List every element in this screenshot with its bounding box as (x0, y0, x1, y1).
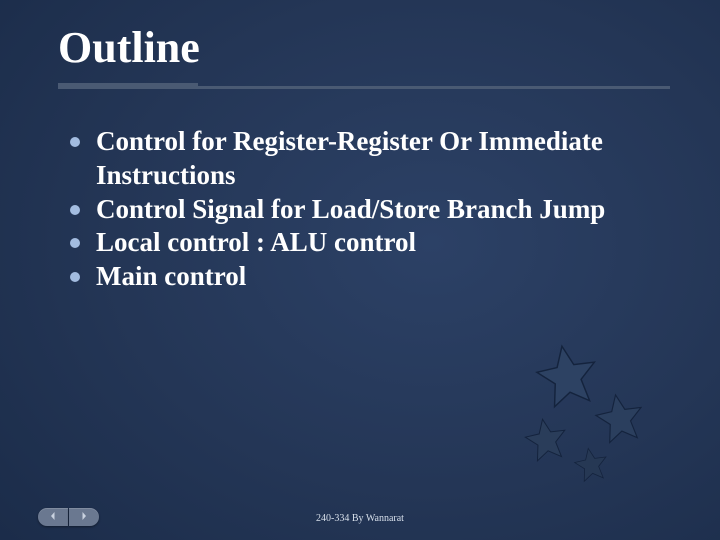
bullet-item: Control Signal for Load/Store Branch Jum… (70, 193, 670, 227)
bullet-item: Control for Register-Register Or Immedia… (70, 125, 670, 193)
star-icon (518, 411, 574, 467)
slide: Outline Control for Register-Register Or… (0, 0, 720, 540)
slide-title: Outline (58, 22, 670, 73)
slide-footer: 240-334 By Wannarat (0, 513, 720, 524)
bullet-list: Control for Register-Register Or Immedia… (58, 125, 670, 294)
title-rule (58, 83, 670, 89)
star-icon (588, 386, 652, 450)
star-icon (526, 334, 607, 415)
bullet-item: Local control : ALU control (70, 226, 670, 260)
star-decoration (492, 320, 672, 500)
bullet-item: Main control (70, 260, 670, 294)
star-icon (569, 442, 613, 486)
